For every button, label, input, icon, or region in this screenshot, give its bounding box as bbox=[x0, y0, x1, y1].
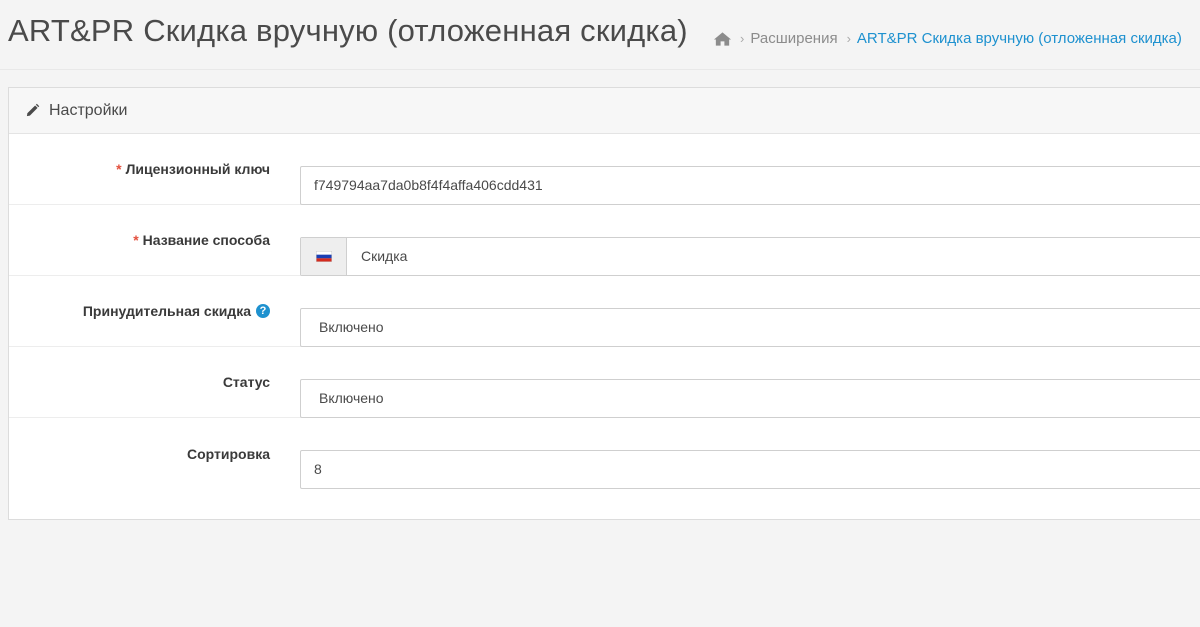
required-mark: * bbox=[116, 161, 122, 177]
ru-flag-icon bbox=[315, 251, 332, 262]
language-addon bbox=[301, 238, 347, 275]
sort-order-input[interactable]: 8 bbox=[300, 450, 1200, 489]
help-icon[interactable]: ? bbox=[256, 304, 270, 318]
breadcrumb-separator: › bbox=[846, 31, 851, 46]
method-name-label: * Название способа bbox=[133, 205, 270, 275]
form-row-status: Статус Включено bbox=[9, 347, 1200, 418]
license-key-input[interactable]: f749794aa7da0b8f4f4affa406cdd431 bbox=[300, 166, 1200, 205]
method-name-label-text: Название способа bbox=[142, 232, 270, 248]
panel-heading: Настройки bbox=[9, 88, 1200, 134]
form-row-method-name: * Название способа Скидка bbox=[9, 205, 1200, 276]
form-row-forced-discount: Принудительная скидка ? Включено bbox=[9, 276, 1200, 347]
required-mark: * bbox=[133, 232, 139, 248]
pencil-icon bbox=[26, 103, 40, 117]
breadcrumb-item-extensions[interactable]: Расширения bbox=[750, 30, 837, 47]
license-key-label: * Лицензионный ключ bbox=[116, 134, 270, 204]
page-header: ART&PR Скидка вручную (отложенная скидка… bbox=[0, 0, 1200, 70]
forced-discount-select[interactable]: Включено bbox=[300, 308, 1200, 347]
forced-discount-label: Принудительная скидка ? bbox=[83, 276, 270, 346]
settings-panel: Настройки * Лицензионный ключ f749794aa7… bbox=[8, 87, 1200, 520]
status-label: Статус bbox=[223, 347, 270, 417]
method-name-input-group: Скидка bbox=[300, 237, 1200, 276]
breadcrumb-item-current[interactable]: ART&PR Скидка вручную (отложенная скидка… bbox=[857, 30, 1182, 47]
sort-order-label: Сортировка bbox=[187, 418, 270, 489]
form-row-sort-order: Сортировка 8 bbox=[9, 418, 1200, 489]
breadcrumb: › Расширения › ART&PR Скидка вручную (от… bbox=[713, 30, 1182, 47]
method-name-input[interactable]: Скидка bbox=[347, 238, 407, 275]
license-key-label-text: Лицензионный ключ bbox=[125, 161, 270, 177]
home-icon[interactable] bbox=[713, 31, 732, 47]
panel-title: Настройки bbox=[49, 101, 128, 119]
sort-order-label-text: Сортировка bbox=[187, 445, 270, 462]
page-title: ART&PR Скидка вручную (отложенная скидка… bbox=[8, 13, 688, 48]
status-select[interactable]: Включено bbox=[300, 379, 1200, 418]
breadcrumb-separator: › bbox=[740, 31, 745, 46]
status-label-text: Статус bbox=[222, 374, 270, 390]
forced-discount-label-text: Принудительная скидка bbox=[82, 303, 251, 319]
form-row-license-key: * Лицензионный ключ f749794aa7da0b8f4f4a… bbox=[9, 134, 1200, 205]
